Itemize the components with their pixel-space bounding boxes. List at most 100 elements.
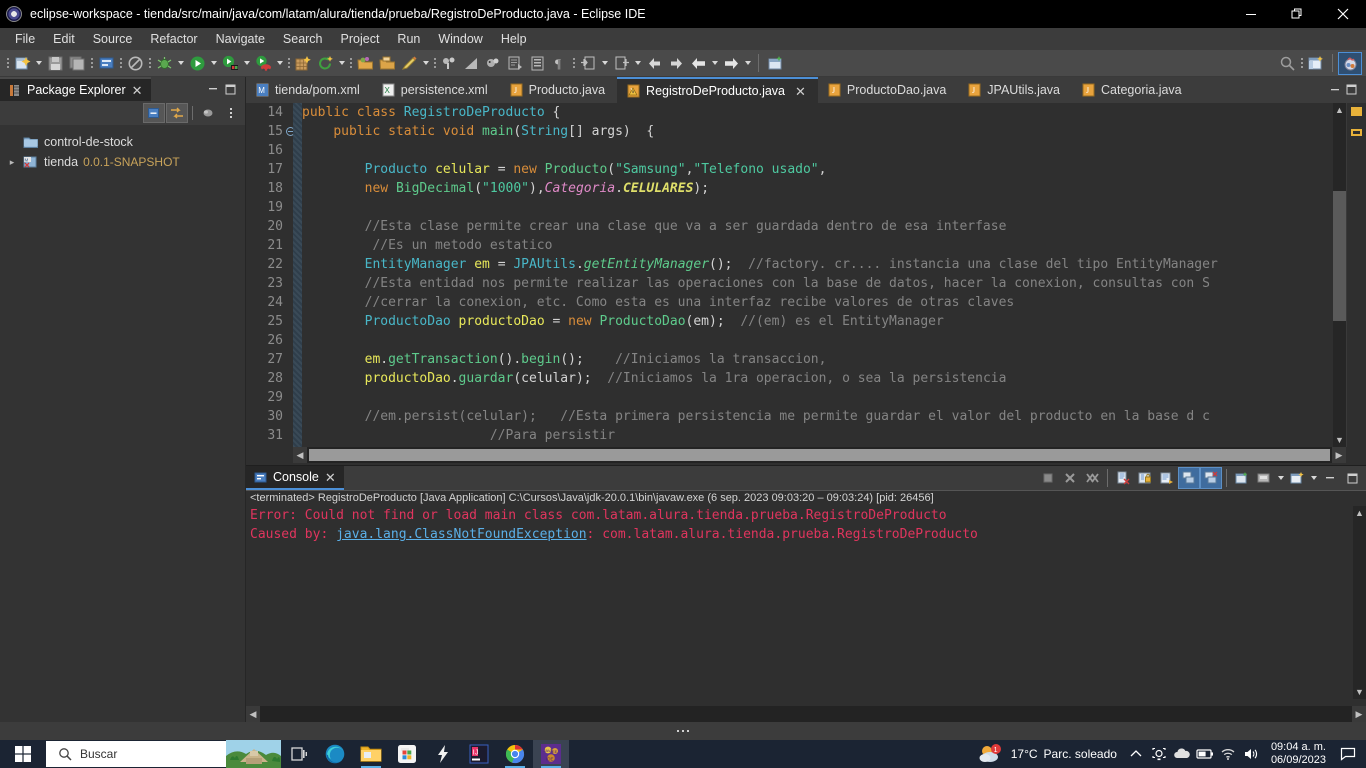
editor-scroll-thumb[interactable] xyxy=(1333,191,1346,321)
run-last-dropdown-icon[interactable] xyxy=(241,52,252,74)
close-icon[interactable]: ✕ xyxy=(795,85,806,98)
menu-project[interactable]: Project xyxy=(332,29,389,50)
pin-console-dropdown-icon[interactable] xyxy=(1275,467,1286,489)
new-console-view-icon[interactable] xyxy=(1286,467,1308,489)
no-entry-icon[interactable] xyxy=(124,52,146,74)
show-hidden-icons-icon[interactable] xyxy=(1125,740,1148,768)
save-icon[interactable] xyxy=(44,52,66,74)
print-icon[interactable] xyxy=(95,52,117,74)
menu-navigate[interactable]: Navigate xyxy=(207,29,274,50)
code-line[interactable]: em.getTransaction().begin(); //Iniciamos… xyxy=(302,350,1366,369)
code-line[interactable]: //em.persist(celular); //Esta primera pe… xyxy=(302,407,1366,426)
show-console-on-output-icon[interactable] xyxy=(1178,467,1200,489)
next-annotation-dropdown-icon[interactable] xyxy=(599,52,610,74)
skip-breakpoints-icon[interactable] xyxy=(438,52,460,74)
maximize-console-button[interactable] xyxy=(1341,467,1363,489)
next-annotation-icon[interactable] xyxy=(577,52,599,74)
maximize-view-button[interactable] xyxy=(222,77,239,101)
chrome-icon[interactable] xyxy=(497,740,533,768)
code-line[interactable]: public class RegistroDeProducto { xyxy=(302,103,1366,122)
previous-annotation-dropdown-icon[interactable] xyxy=(632,52,643,74)
forward-dropdown-icon[interactable] xyxy=(742,52,753,74)
block-selection-icon[interactable] xyxy=(526,52,548,74)
new-wizard-icon[interactable] xyxy=(11,52,33,74)
collapse-all-icon[interactable] xyxy=(143,103,165,123)
editor-hscroll-thumb[interactable] xyxy=(309,449,1330,461)
show-whitespace-icon[interactable] xyxy=(504,52,526,74)
debug-dropdown-icon[interactable] xyxy=(175,52,186,74)
link-with-editor-icon[interactable] xyxy=(166,103,188,123)
next-edit-location-icon[interactable] xyxy=(665,52,687,74)
new-wizard-dropdown-icon[interactable] xyxy=(33,52,44,74)
minimize-button[interactable] xyxy=(1228,0,1274,28)
external-tools-icon[interactable] xyxy=(398,52,420,74)
overview-ruler[interactable] xyxy=(1346,103,1366,447)
code-line[interactable]: Producto celular = new Producto("Samsung… xyxy=(302,160,1366,179)
close-icon[interactable]: ✕ xyxy=(325,471,336,484)
tab-package-explorer[interactable]: Package Explorer ✕ xyxy=(0,77,151,101)
status-handle-icon[interactable] xyxy=(677,730,689,732)
code-line[interactable]: //Esta entidad nos permite realizar las … xyxy=(302,274,1366,293)
menu-run[interactable]: Run xyxy=(388,29,429,50)
volume-icon[interactable] xyxy=(1240,740,1263,768)
scroll-right-arrow-icon[interactable]: ▶ xyxy=(1352,706,1366,722)
code-line[interactable]: //Es un metodo estatico xyxy=(302,236,1366,255)
tab-registrodeproducto-java[interactable]: J RegistroDeProducto.java ✕ xyxy=(617,77,818,103)
minimize-view-button[interactable] xyxy=(205,77,222,101)
debug-icon[interactable] xyxy=(153,52,175,74)
pilcrow-icon[interactable]: ¶ xyxy=(548,52,570,74)
menu-window[interactable]: Window xyxy=(429,29,491,50)
open-type-icon[interactable] xyxy=(354,52,376,74)
new-console-dropdown-icon[interactable] xyxy=(1308,467,1319,489)
code-line[interactable] xyxy=(302,388,1366,407)
lightning-icon[interactable] xyxy=(425,740,461,768)
battery-icon[interactable] xyxy=(1194,740,1217,768)
code-line[interactable]: //Para persistir xyxy=(302,426,1366,445)
menu-edit[interactable]: Edit xyxy=(44,29,84,50)
open-task-icon[interactable] xyxy=(376,52,398,74)
new-package-icon[interactable] xyxy=(292,52,314,74)
scroll-down-arrow-icon[interactable]: ▼ xyxy=(1333,433,1346,447)
last-edit-location-icon[interactable] xyxy=(643,52,665,74)
code-line[interactable]: ProductoDao productoDao = new ProductoDa… xyxy=(302,312,1366,331)
console-vertical-scrollbar[interactable]: ▲ ▼ xyxy=(1353,506,1366,699)
code-line[interactable]: //Esta clase permite crear una clase que… xyxy=(302,217,1366,236)
save-all-icon[interactable] xyxy=(66,52,88,74)
run-last-tool-icon[interactable] xyxy=(219,52,241,74)
scroll-up-arrow-icon[interactable]: ▲ xyxy=(1333,103,1346,117)
coverage-dropdown-icon[interactable] xyxy=(274,52,285,74)
refresh-icon[interactable] xyxy=(314,52,336,74)
code-text[interactable]: public class RegistroDeProducto { public… xyxy=(302,103,1366,447)
tab-console[interactable]: Console ✕ xyxy=(246,466,344,490)
scroll-left-arrow-icon[interactable]: ◀ xyxy=(293,447,307,463)
tree-item-control-de-stock[interactable]: control-de-stock xyxy=(0,132,245,152)
onedrive-icon[interactable] xyxy=(1171,740,1194,768)
editor-horizontal-scrollbar[interactable]: ◀ ▶ xyxy=(293,447,1346,463)
quick-access-search-icon[interactable] xyxy=(1276,52,1298,74)
pin-console-icon[interactable] xyxy=(1253,467,1275,489)
start-icon[interactable] xyxy=(0,740,46,768)
view-menu-icon[interactable] xyxy=(197,103,219,123)
search-input[interactable]: Buscar xyxy=(46,741,226,767)
warning-marker[interactable] xyxy=(1351,107,1362,116)
minimize-console-button[interactable] xyxy=(1319,467,1341,489)
code-line[interactable] xyxy=(302,331,1366,350)
scroll-up-arrow-icon[interactable]: ▲ xyxy=(1353,506,1366,520)
annotation-marker[interactable] xyxy=(1351,129,1362,136)
wifi-icon[interactable] xyxy=(1217,740,1240,768)
refresh-dropdown-icon[interactable] xyxy=(336,52,347,74)
remove-all-terminated-icon[interactable] xyxy=(1081,467,1103,489)
taskbar-clock[interactable]: 09:04 a. m. 06/09/2023 xyxy=(1263,741,1334,767)
code-line[interactable] xyxy=(302,198,1366,217)
console-horizontal-scrollbar[interactable]: ◀ ▶ xyxy=(246,706,1366,722)
code-editor[interactable]: 14 15 16 17 18 19 20 21 22 23 24 25 26 27 28 29 30 31 pub… xyxy=(246,103,1366,447)
menu-source[interactable]: Source xyxy=(84,29,142,50)
tab-persistence-xml[interactable]: X persistence.xml xyxy=(371,77,500,103)
word-wrap-icon[interactable] xyxy=(1156,467,1178,489)
scroll-down-arrow-icon[interactable]: ▼ xyxy=(1353,685,1366,699)
menu-refactor[interactable]: Refactor xyxy=(141,29,206,50)
back-dropdown-icon[interactable] xyxy=(709,52,720,74)
terminate-icon[interactable] xyxy=(1037,467,1059,489)
tab-tienda-pom-xml[interactable]: M tienda/pom.xml xyxy=(246,77,372,103)
next-edit-icon[interactable] xyxy=(460,52,482,74)
